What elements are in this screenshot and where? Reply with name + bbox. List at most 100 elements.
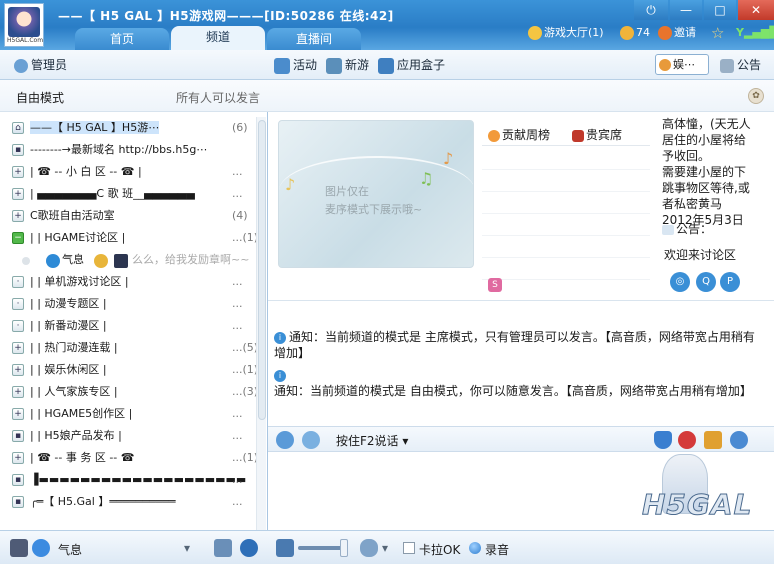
chat-input[interactable]: H5GAL bbox=[268, 452, 774, 530]
tree-row-divider[interactable]: ▪ ▐▬▬▬▬▬▬▬▬▬▬▬▬▬▬▬▬▬▬▬▬ ... bbox=[0, 469, 256, 491]
karaoke-checkbox[interactable] bbox=[403, 542, 415, 554]
tree-row-root[interactable]: ⌂ ——【 H5 GAL 】H5游⋯ (6) bbox=[0, 117, 256, 139]
tab-vip-seats[interactable]: 贵宾席 bbox=[572, 126, 622, 143]
expand-icon[interactable]: + bbox=[12, 342, 24, 354]
chat-bubble-icon[interactable] bbox=[730, 431, 748, 449]
qq-share-icon[interactable]: Q bbox=[696, 272, 716, 292]
tree-row-new-anime[interactable]: · | | 新番动漫区 | ... bbox=[0, 315, 256, 337]
row-name: | | H5娘产品发布 | bbox=[30, 429, 122, 442]
badge-icon bbox=[114, 254, 128, 268]
tab-live[interactable]: 直播间 bbox=[267, 28, 361, 50]
app-box-button[interactable]: 应用盒子 bbox=[378, 56, 445, 74]
tree-row-family[interactable]: + | | 人气家族专区 | ...(3) bbox=[0, 381, 256, 403]
admin-button[interactable]: 管理员 bbox=[14, 56, 67, 74]
status-label: 气息 bbox=[58, 543, 83, 557]
tab-home[interactable]: 首页 bbox=[75, 28, 169, 50]
weibo-share-icon[interactable]: ◎ bbox=[670, 272, 690, 292]
expand-icon[interactable]: + bbox=[12, 364, 24, 376]
game-hall-button[interactable]: 游戏大厅(1) bbox=[528, 24, 604, 42]
minimize-button[interactable]: — bbox=[670, 0, 702, 20]
channel-list-panel: 自由模式 所有人可以发言 ⌂ ——【 H5 GAL 】H5游⋯ (6) ▪ --… bbox=[0, 80, 268, 530]
tab-weekly-contribution[interactable]: 贡献周榜 bbox=[488, 126, 550, 143]
scrollbar-thumb[interactable] bbox=[258, 120, 266, 420]
tree-row-cclass-room[interactable]: + C歌班自由活动室 (4) bbox=[0, 205, 256, 227]
expand-icon[interactable]: + bbox=[12, 408, 24, 420]
expand-icon[interactable]: + bbox=[12, 210, 24, 222]
tree-row-cclass[interactable]: + | ▄▄▄▄▄▄▄C 歌 班__▄▄▄▄▄▄ ... bbox=[0, 183, 256, 205]
room-title: ——【 H5 GAL 】H5游戏网———[ID:50286 在线:42] bbox=[58, 9, 394, 23]
search-icon[interactable] bbox=[240, 539, 258, 557]
emoji-icon[interactable] bbox=[276, 431, 294, 449]
tree-row-hgame[interactable]: − | | HGAME讨论区 | ...(1) bbox=[0, 227, 256, 249]
tree-row-newbie[interactable]: + | ☎ -- 小 白 区 -- ☎ | ... bbox=[0, 161, 256, 183]
user-row[interactable]: 气息 么么，给我发励章啊~~ bbox=[0, 249, 256, 271]
tree-row-anime-topic[interactable]: · | | 动漫专题区 | ... bbox=[0, 293, 256, 315]
expand-icon[interactable]: + bbox=[12, 386, 24, 398]
tree-row-affairs[interactable]: + | ☎ -- 事 务 区 -- ☎ ...(1) bbox=[0, 447, 256, 469]
microphone-icon[interactable] bbox=[360, 539, 378, 557]
s-badge-icon[interactable]: S bbox=[488, 278, 502, 292]
channel-tree-scrollbar[interactable] bbox=[256, 117, 266, 530]
invite-label: 邀请 bbox=[674, 26, 696, 39]
expand-icon[interactable]: + bbox=[12, 188, 24, 200]
record-icon[interactable] bbox=[469, 542, 481, 554]
row-count: ... bbox=[232, 297, 243, 310]
collapse-icon[interactable]: − bbox=[12, 232, 24, 244]
power-button[interactable]: ⏻ bbox=[634, 0, 668, 20]
expand-icon[interactable]: + bbox=[12, 166, 24, 178]
tree-row-leisure[interactable]: + | | 娱乐休闲区 | ...(1) bbox=[0, 359, 256, 381]
ranking-row bbox=[482, 192, 650, 214]
rose-icon[interactable] bbox=[678, 431, 696, 449]
volume-slider-knob[interactable] bbox=[340, 539, 348, 557]
gift-icon[interactable] bbox=[704, 431, 722, 449]
announcement-button[interactable]: 公告 bbox=[720, 56, 761, 74]
row-name: | | 热门动漫连载 | bbox=[30, 341, 118, 354]
heart-icon[interactable] bbox=[654, 431, 672, 449]
channel-tree: ⌂ ——【 H5 GAL 】H5游⋯ (6) ▪ --------→最新域名 h… bbox=[0, 117, 256, 530]
activity-button[interactable]: 活动 bbox=[274, 56, 317, 74]
entertainment-dropdown[interactable]: 娱⋯ bbox=[655, 54, 709, 75]
avatar-caption: H5GAL.Com bbox=[7, 37, 44, 44]
channel-avatar[interactable]: H5GAL.Com bbox=[4, 3, 44, 47]
tree-row-hgame5[interactable]: + | | HGAME5创作区 | ... bbox=[0, 403, 256, 425]
face-icon[interactable] bbox=[302, 431, 320, 449]
volume-slider[interactable] bbox=[298, 546, 346, 550]
speaker-icon[interactable] bbox=[276, 539, 294, 557]
user-avatar-icon[interactable] bbox=[10, 539, 28, 557]
coins-display[interactable]: 74 bbox=[620, 24, 650, 42]
music-note-icon: ♪ bbox=[443, 149, 454, 168]
title-bar: H5GAL.Com ——【 H5 GAL 】H5游戏网———[ID:50286 … bbox=[0, 0, 774, 50]
invite-button[interactable]: 邀请 bbox=[658, 24, 696, 42]
chat-log: i 通知：当前频道的模式是 主席模式，只有管理员可以发言。【高音质，网络带宽占用稍… bbox=[268, 300, 774, 426]
tree-row-pcgame[interactable]: · | | 单机游戏讨论区 | ... bbox=[0, 271, 256, 293]
record-label[interactable]: 录音 bbox=[485, 541, 509, 558]
lock-icon: ▪ bbox=[12, 496, 24, 508]
row-name: ——【 H5 GAL 】H5游⋯ bbox=[30, 117, 160, 139]
contacts-icon[interactable] bbox=[214, 539, 232, 557]
status-icon[interactable] bbox=[32, 539, 50, 557]
expand-icon[interactable]: + bbox=[12, 452, 24, 464]
status-dropdown-icon[interactable]: ▾ bbox=[184, 541, 190, 555]
row-count: ...(1) bbox=[232, 363, 256, 376]
tree-row-product[interactable]: ▪ | | H5娘产品发布 | ... bbox=[0, 425, 256, 447]
row-name: | ▄▄▄▄▄▄▄C 歌 班__▄▄▄▄▄▄ bbox=[30, 187, 195, 200]
lock-icon: ▪ bbox=[12, 430, 24, 442]
lock-icon: ▪ bbox=[12, 474, 24, 486]
announcement-heading: 公告： bbox=[662, 220, 712, 237]
close-button[interactable]: ✕ bbox=[738, 0, 774, 20]
row-count: (6) bbox=[232, 121, 248, 134]
tab-channel[interactable]: 频道 bbox=[171, 26, 265, 50]
maximize-button[interactable]: □ bbox=[704, 0, 736, 20]
tree-row-domain[interactable]: ▪ --------→最新域名 http://bbs.h5g⋯ bbox=[0, 139, 256, 161]
new-game-button[interactable]: 新游 bbox=[326, 56, 369, 74]
p-share-icon[interactable]: P bbox=[720, 272, 740, 292]
tree-row-h5gal[interactable]: ▪ ╭═【 H5.Gal 】══════════ ... bbox=[0, 491, 256, 513]
mic-dropdown-icon[interactable]: ▾ bbox=[382, 541, 388, 555]
row-name: | | HGAME5创作区 | bbox=[30, 407, 133, 420]
mode-description: 所有人可以发言 bbox=[176, 91, 261, 105]
settings-icon[interactable]: ✿ bbox=[748, 88, 764, 104]
tree-row-hot-anime[interactable]: + | | 热门动漫连载 | ...(5) bbox=[0, 337, 256, 359]
push-to-talk-button[interactable]: 按住F2说话 ▾ bbox=[336, 432, 408, 449]
vip-seats-label: 贵宾席 bbox=[586, 128, 623, 142]
favorite-star-icon[interactable]: ☆ bbox=[711, 24, 724, 42]
